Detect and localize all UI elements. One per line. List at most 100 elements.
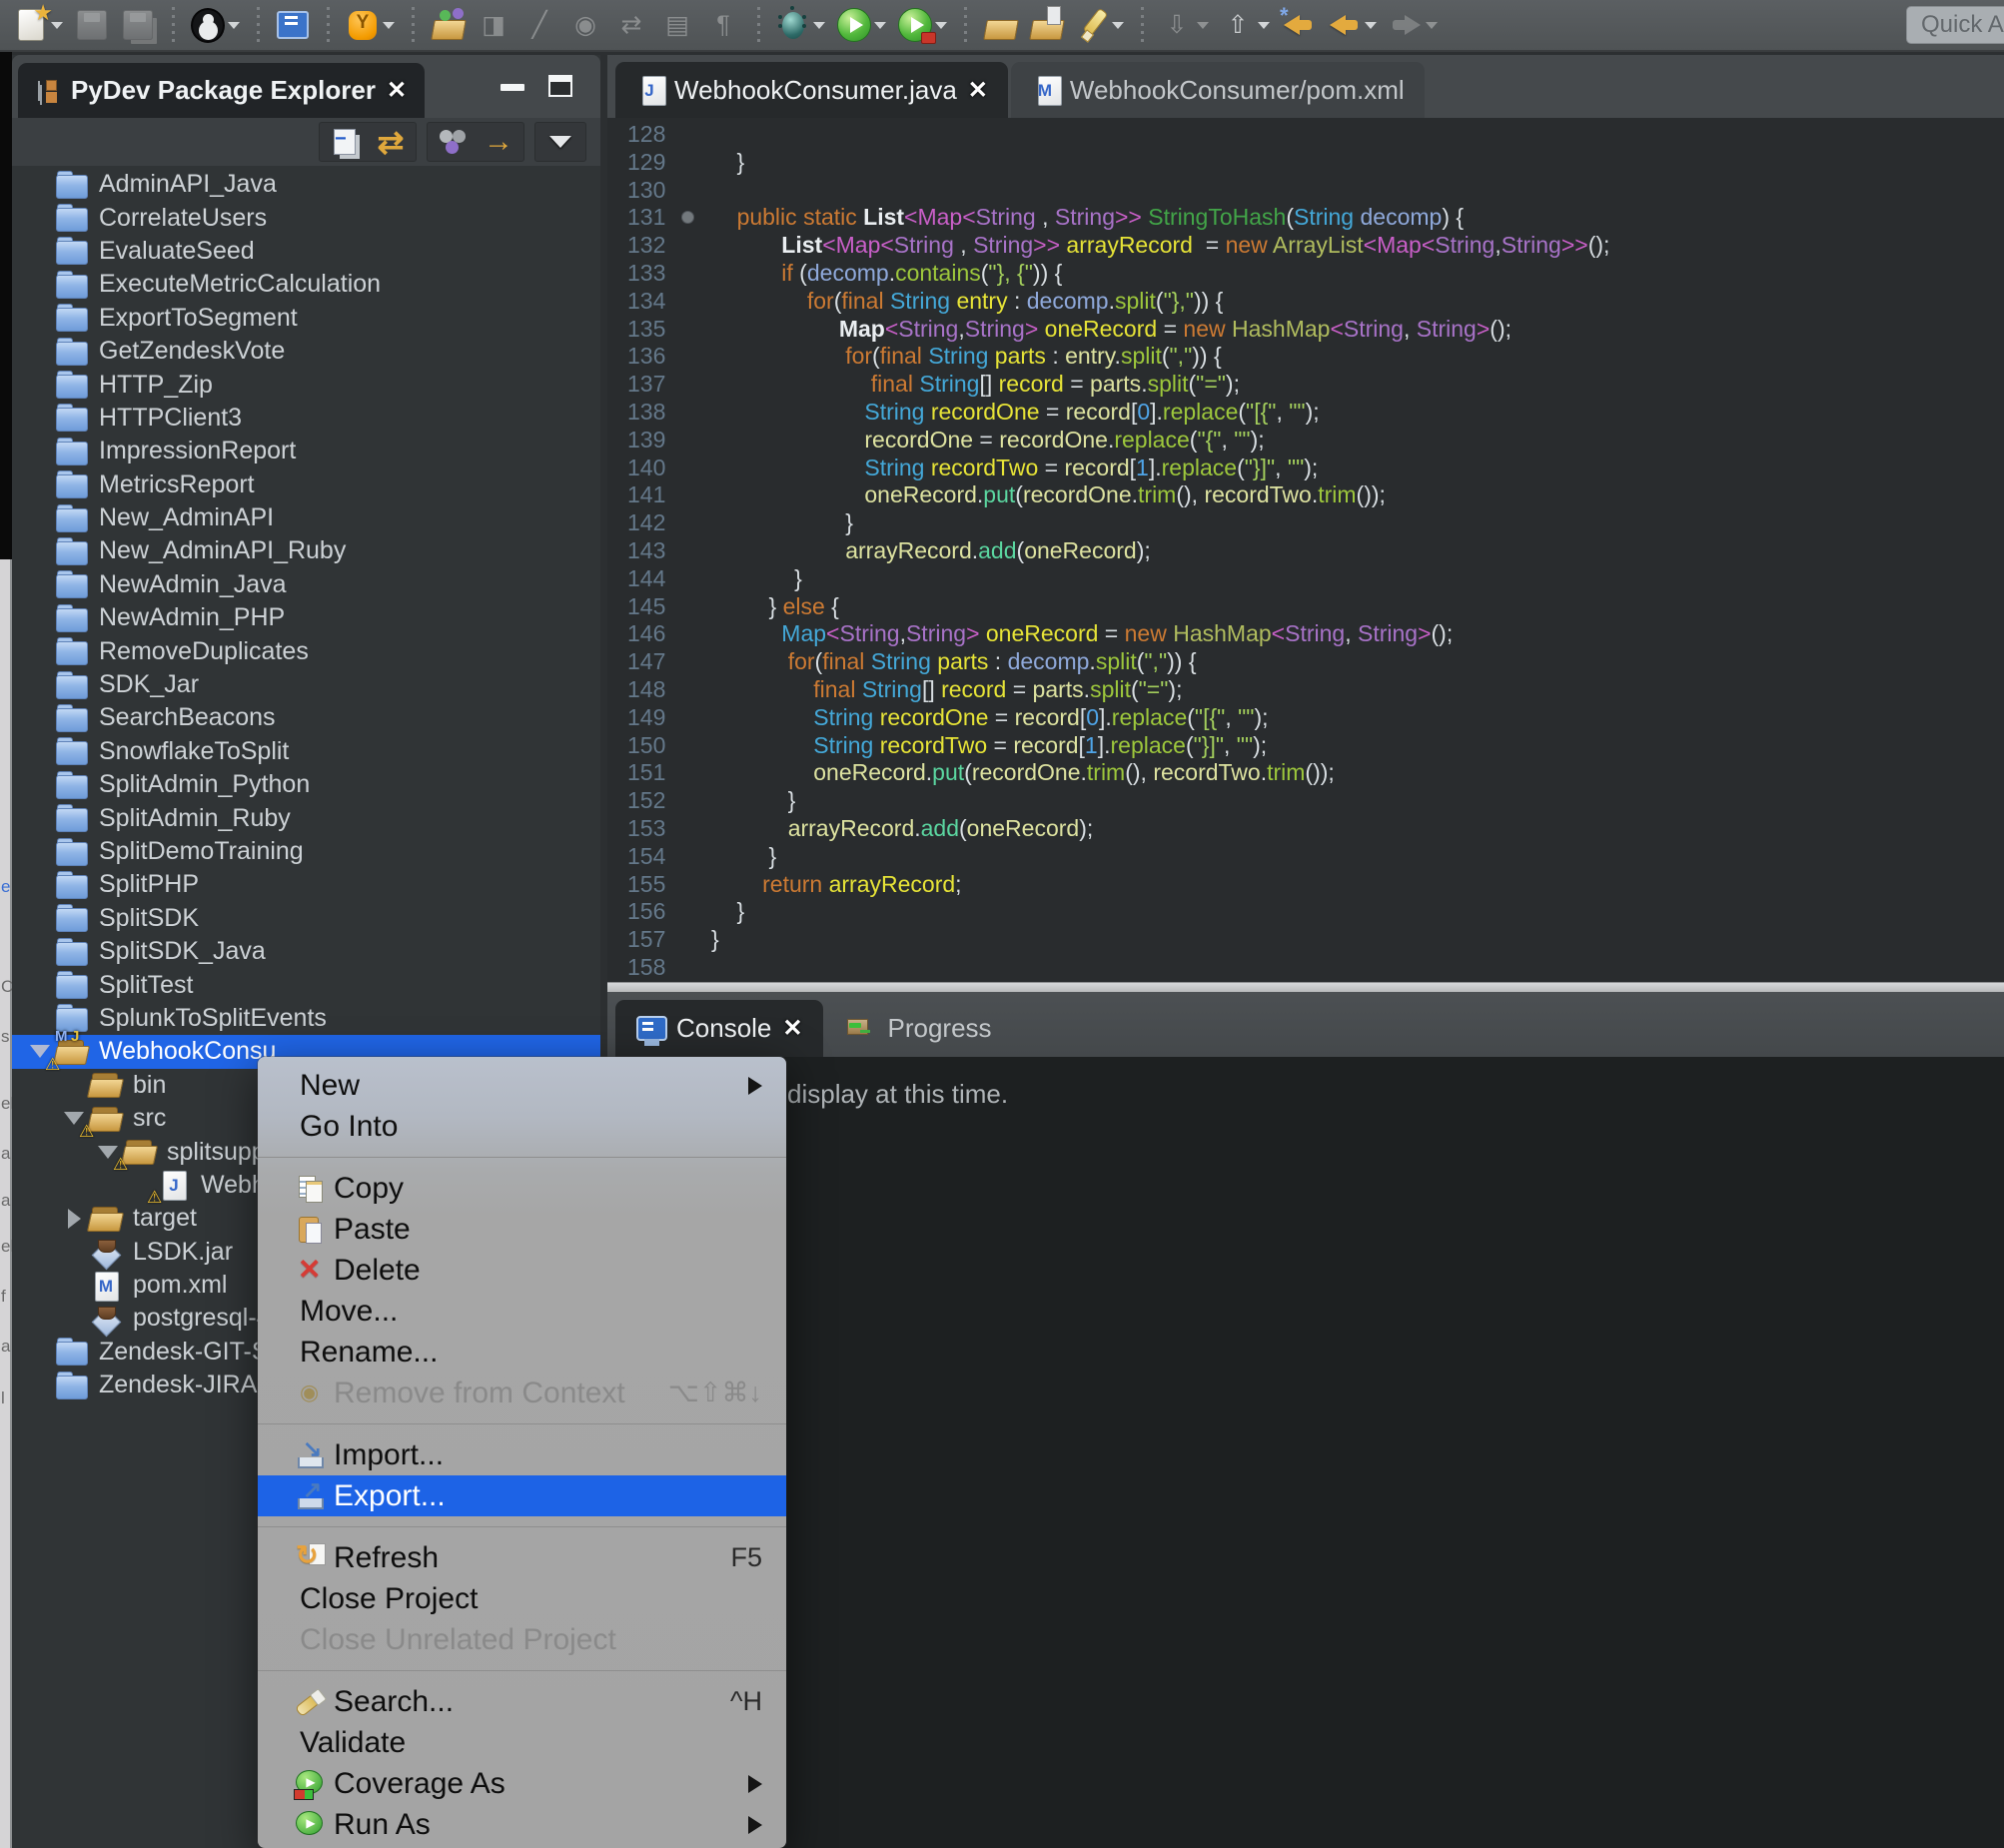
tree-item-searchbeacons[interactable]: SearchBeacons <box>12 701 600 734</box>
code-text: final String[] record = parts.split("=")… <box>711 371 1240 399</box>
folder-blue-icon <box>54 937 90 967</box>
tree-item-impressionreport[interactable]: ImpressionReport <box>12 435 600 467</box>
menu-item-validate[interactable]: Validate <box>258 1722 786 1763</box>
menu-item-rename[interactable]: Rename... <box>258 1332 786 1373</box>
console-tab-progress[interactable]: Progress <box>827 1000 1012 1057</box>
console-message: display at this time. <box>787 1079 1008 1109</box>
menu-item-delete[interactable]: Delete <box>258 1250 786 1291</box>
menu-item-search[interactable]: Search...^H <box>258 1681 786 1722</box>
tree-item-httpclient3[interactable]: HTTPClient3 <box>12 402 600 435</box>
dropdown-caret-icon[interactable] <box>1197 22 1209 29</box>
tree-item-splittest[interactable]: SplitTest <box>12 968 600 1001</box>
tree-item-new-adminapi-ruby[interactable]: New_AdminAPI_Ruby <box>12 534 600 567</box>
tree-item-splitphp[interactable]: SplitPHP <box>12 868 600 901</box>
working-sets-icon[interactable] <box>437 126 469 158</box>
tree-item-new-adminapi[interactable]: New_AdminAPI <box>12 501 600 534</box>
tree-item-label: GetZendeskVote <box>99 337 285 366</box>
menu-item-go-into[interactable]: Go Into <box>258 1106 786 1147</box>
menu-item-close-project[interactable]: Close Project <box>258 1578 786 1619</box>
new-wizard-button[interactable] <box>14 7 63 43</box>
dropdown-caret-icon[interactable] <box>1426 22 1438 29</box>
dropdown-caret-icon[interactable] <box>228 22 240 29</box>
dropdown-caret-icon[interactable] <box>1365 22 1377 29</box>
run-button[interactable] <box>837 7 886 43</box>
tree-item-splunktosplitevents[interactable]: SplunkToSplitEvents <box>12 1002 600 1035</box>
dropdown-caret-icon[interactable] <box>935 22 947 29</box>
focus-on-selection-icon[interactable] <box>483 126 514 158</box>
link-with-editor-icon[interactable] <box>375 126 407 158</box>
console-tab-console[interactable]: Console✕ <box>615 1000 823 1057</box>
export-file-button[interactable] <box>1221 7 1270 43</box>
tree-item-adminapi-java[interactable]: AdminAPI_Java <box>12 168 600 201</box>
submenu-arrow-icon <box>748 1775 762 1793</box>
expand-arrow-icon[interactable] <box>60 1209 88 1229</box>
menu-item-run-as[interactable]: Run As <box>258 1804 786 1845</box>
menu-item-import[interactable]: Import... <box>258 1434 786 1475</box>
tree-item-splitsdk-java[interactable]: SplitSDK_Java <box>12 935 600 968</box>
back-star-button[interactable]: * <box>1282 7 1316 43</box>
back-button[interactable] <box>1328 7 1377 43</box>
tree-item-sdk-jar[interactable]: SDK_Jar <box>12 668 600 701</box>
profile-button[interactable] <box>898 7 947 43</box>
console-tab-bar: Console✕Progress <box>607 992 2004 1057</box>
dropdown-caret-icon[interactable] <box>1112 22 1124 29</box>
tree-item-removeduplicates[interactable]: RemoveDuplicates <box>12 634 600 667</box>
editor-tab-webhookconsumer-pom-xml[interactable]: WebhookConsumer/pom.xml <box>1011 62 1425 118</box>
tree-item-splitadmin-python[interactable]: SplitAdmin_Python <box>12 768 600 801</box>
menu-item-new[interactable]: New <box>258 1065 786 1106</box>
tree-item-splitadmin-ruby[interactable]: SplitAdmin_Ruby <box>12 801 600 834</box>
tree-item-snowflaketosplit[interactable]: SnowflakeToSplit <box>12 735 600 768</box>
jar-icon <box>88 1304 124 1334</box>
menu-item-coverage-as[interactable]: Coverage As <box>258 1763 786 1804</box>
open-folder-button[interactable] <box>983 7 1017 43</box>
tree-item-evaluateseed[interactable]: EvaluateSeed <box>12 235 600 268</box>
tree-item-label: NewAdmin_PHP <box>99 603 285 632</box>
maximize-view-icon[interactable] <box>548 75 572 97</box>
view-menu-icon[interactable] <box>544 126 576 158</box>
tree-item-http-zip[interactable]: HTTP_Zip <box>12 368 600 401</box>
tree-item-splitsdk[interactable]: SplitSDK <box>12 902 600 935</box>
folder-blue-icon <box>54 203 90 233</box>
editor-tab-label: WebhookConsumer/pom.xml <box>1070 75 1405 106</box>
tree-item-getzendeskvote[interactable]: GetZendeskVote <box>12 335 600 368</box>
tree-item-newadmin-php[interactable]: NewAdmin_PHP <box>12 601 600 634</box>
tree-item-executemetriccalculation[interactable]: ExecuteMetricCalculation <box>12 268 600 301</box>
tree-item-label: MetricsReport <box>99 470 255 499</box>
editor-tab-webhookconsumer-java[interactable]: WebhookConsumer.java✕ <box>615 62 1008 118</box>
open-resource-button[interactable] <box>431 7 465 43</box>
code-editor[interactable]: 128129 }130131 public static List<Map<St… <box>607 118 2004 982</box>
dropdown-caret-icon[interactable] <box>383 22 395 29</box>
split-bug-button[interactable] <box>346 7 395 43</box>
run-as-menu-icon <box>294 1809 328 1841</box>
dropdown-caret-icon[interactable] <box>874 22 886 29</box>
tree-item-newadmin-java[interactable]: NewAdmin_Java <box>12 568 600 601</box>
close-tab-icon[interactable]: ✕ <box>968 76 988 105</box>
close-view-icon[interactable]: ✕ <box>387 76 407 105</box>
tree-item-correlateusers[interactable]: CorrelateUsers <box>12 201 600 234</box>
dropdown-caret-icon[interactable] <box>813 22 825 29</box>
code-text: for(final String parts : decomp.split(",… <box>711 648 1197 676</box>
menu-item-paste[interactable]: Paste <box>258 1209 786 1250</box>
open-folder-tasks-button[interactable] <box>1029 7 1063 43</box>
dropdown-caret-icon[interactable] <box>1258 22 1270 29</box>
minimize-view-icon[interactable] <box>501 84 524 91</box>
mark-occurrences-button[interactable] <box>1075 7 1124 43</box>
menu-item-refresh[interactable]: RefreshF5 <box>258 1537 786 1578</box>
code-text: public static List<Map<String , String>>… <box>711 204 1464 232</box>
view-toolbar-group <box>534 122 586 162</box>
close-tab-icon[interactable]: ✕ <box>782 1014 802 1043</box>
menu-item-export[interactable]: Export... <box>258 1475 786 1516</box>
remote-console-button[interactable] <box>276 7 310 43</box>
tree-item-metricsreport[interactable]: MetricsReport <box>12 468 600 501</box>
package-explorer-tab[interactable]: PyDev Package Explorer ✕ <box>18 63 425 118</box>
tree-item-exporttosegment[interactable]: ExportToSegment <box>12 302 600 335</box>
menu-item-move[interactable]: Move... <box>258 1291 786 1332</box>
sync-file-icon <box>614 7 648 43</box>
debug-button[interactable] <box>776 7 825 43</box>
quick-access-field[interactable]: Quick A <box>1906 6 2004 44</box>
horizontal-scrollbar[interactable] <box>607 982 2004 992</box>
menu-item-copy[interactable]: Copy <box>258 1168 786 1209</box>
collapse-all-icon[interactable] <box>329 126 361 158</box>
account-button[interactable] <box>191 7 240 43</box>
tree-item-splitdemotraining[interactable]: SplitDemoTraining <box>12 835 600 868</box>
